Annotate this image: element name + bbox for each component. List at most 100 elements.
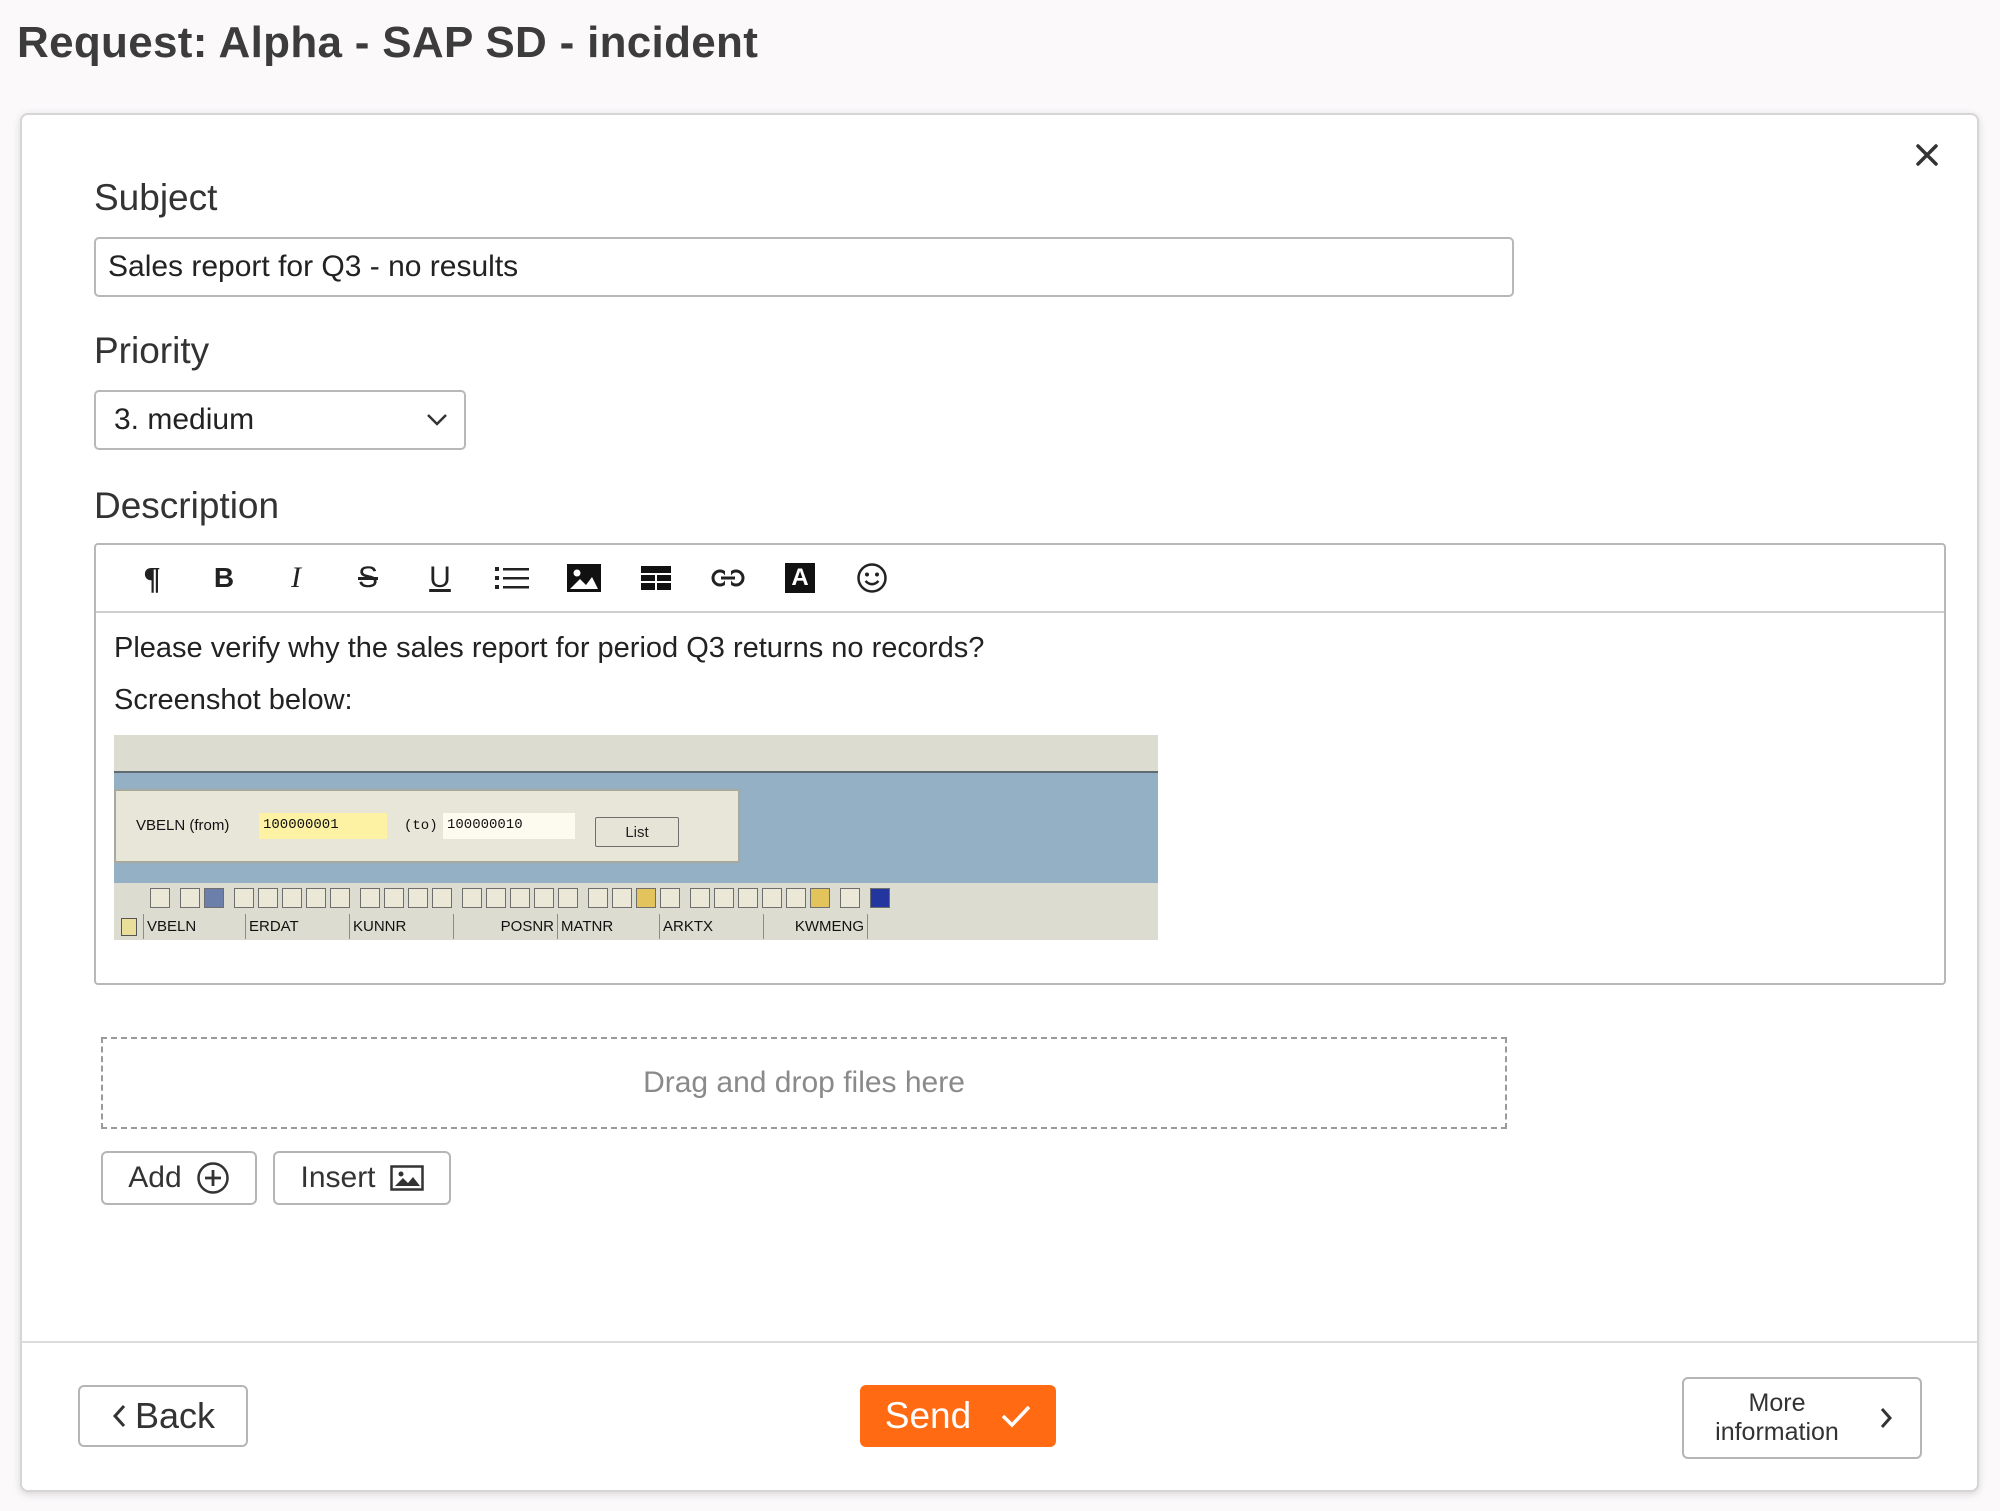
table-button[interactable] bbox=[620, 552, 692, 604]
editor-toolbar: ¶ B I S U A bbox=[96, 545, 1944, 613]
editor-content[interactable]: Please verify why the sales report for p… bbox=[96, 613, 1944, 940]
sap-view-menu-icon bbox=[738, 888, 758, 908]
paragraph-icon: ¶ bbox=[143, 559, 161, 596]
sap-refresh-icon bbox=[204, 888, 224, 908]
send-label: Send bbox=[884, 1395, 972, 1436]
image-icon bbox=[567, 564, 601, 592]
sap-export-icon bbox=[762, 888, 782, 908]
bullet-list-button[interactable] bbox=[476, 552, 548, 604]
chevron-down-icon bbox=[427, 414, 447, 426]
table-icon bbox=[641, 566, 671, 590]
priority-selected-value: 3. medium bbox=[114, 403, 255, 436]
bold-icon: B bbox=[213, 562, 235, 593]
description-line-2: Screenshot below: bbox=[114, 684, 353, 716]
back-button[interactable]: Back bbox=[78, 1385, 248, 1447]
sap-to-label: (to) bbox=[404, 818, 438, 834]
emoji-button[interactable] bbox=[836, 552, 908, 604]
add-label: Add bbox=[128, 1161, 182, 1194]
plus-circle-icon bbox=[196, 1162, 229, 1194]
strikethrough-button[interactable]: S bbox=[332, 552, 404, 604]
bullet-list-icon bbox=[495, 567, 529, 589]
description-line-1: Please verify why the sales report for p… bbox=[114, 632, 985, 664]
sap-details-icon bbox=[150, 888, 170, 908]
sap-from-field: 100000001 bbox=[259, 813, 387, 839]
insert-label: Insert bbox=[300, 1161, 376, 1194]
sap-copy-row-icon bbox=[432, 888, 452, 908]
bold-button[interactable]: B bbox=[188, 552, 260, 604]
italic-icon: I bbox=[291, 561, 301, 594]
sap-view-icon bbox=[714, 888, 734, 908]
sap-col-erdat: ERDAT bbox=[246, 914, 350, 939]
image-icon bbox=[389, 1165, 424, 1191]
sap-from-label: VBELN (from) bbox=[136, 817, 230, 834]
add-attachment-button[interactable]: Add bbox=[101, 1151, 257, 1205]
insert-image-button[interactable]: Insert bbox=[273, 1151, 451, 1205]
sap-export-menu-icon bbox=[786, 888, 806, 908]
sap-sum-icon bbox=[588, 888, 608, 908]
embedded-sap-screenshot: VBELN (from) 100000001 (to) 100000010 Li… bbox=[114, 735, 1158, 940]
sap-copy-icon bbox=[258, 888, 278, 908]
link-icon bbox=[711, 568, 745, 588]
sap-selection-box: VBELN (from) 100000001 (to) 100000010 Li… bbox=[114, 789, 740, 863]
description-label: Description bbox=[94, 485, 280, 526]
sap-subtotal-icon bbox=[636, 888, 656, 908]
priority-select[interactable]: 3. medium bbox=[94, 390, 466, 450]
sap-toolbar bbox=[114, 883, 1158, 913]
sap-col-vbeln: VBELN bbox=[144, 914, 246, 939]
sap-undo-icon bbox=[330, 888, 350, 908]
request-dialog: Subject Priority 3. medium Description ¶… bbox=[20, 113, 1979, 1492]
sap-paste-icon bbox=[282, 888, 302, 908]
page-title: Request: Alpha - SAP SD - incident bbox=[17, 18, 759, 67]
emoji-icon bbox=[857, 563, 887, 593]
description-editor[interactable]: ¶ B I S U A Please verify why the sales … bbox=[94, 543, 1946, 985]
underline-icon: U bbox=[429, 561, 451, 594]
dropzone-text: Drag and drop files here bbox=[643, 1066, 965, 1099]
sap-select-all-icon bbox=[120, 917, 137, 936]
chevron-left-icon bbox=[112, 1404, 126, 1428]
sap-new-row-icon bbox=[360, 888, 380, 908]
sap-insert-row-icon bbox=[384, 888, 404, 908]
underline-button[interactable]: U bbox=[404, 552, 476, 604]
back-label: Back bbox=[134, 1395, 216, 1436]
sap-col-kunnr: KUNNR bbox=[350, 914, 454, 939]
image-button[interactable] bbox=[548, 552, 620, 604]
link-button[interactable] bbox=[692, 552, 764, 604]
more-information-label: More information bbox=[1715, 1389, 1839, 1446]
sap-filter-menu-icon bbox=[558, 888, 578, 908]
chevron-right-icon bbox=[1880, 1408, 1893, 1428]
sap-chart-icon bbox=[840, 888, 860, 908]
close-icon bbox=[1916, 144, 1938, 166]
sap-cut-icon bbox=[234, 888, 254, 908]
text-color-button[interactable]: A bbox=[764, 552, 836, 604]
sap-column-header: VBELN ERDAT KUNNR POSNR MATNR ARKTX KWME… bbox=[114, 913, 1158, 940]
strikethrough-icon: S bbox=[357, 561, 378, 594]
sap-print-icon bbox=[690, 888, 710, 908]
checkmark-icon bbox=[1001, 1405, 1031, 1428]
sap-col-kwmeng: KWMENG bbox=[764, 914, 868, 939]
text-color-icon: A bbox=[785, 563, 815, 593]
sap-paste-menu-icon bbox=[306, 888, 326, 908]
footer-divider bbox=[22, 1341, 1977, 1343]
send-button[interactable]: Send bbox=[860, 1385, 1056, 1447]
sap-find-icon bbox=[510, 888, 530, 908]
italic-button[interactable]: I bbox=[260, 552, 332, 604]
sap-sort-desc-icon bbox=[486, 888, 506, 908]
sap-hierarchy-icon bbox=[180, 888, 200, 908]
paragraph-button[interactable]: ¶ bbox=[116, 552, 188, 604]
subject-label: Subject bbox=[94, 177, 218, 218]
sap-info-icon bbox=[870, 888, 890, 908]
sap-select-all bbox=[114, 914, 144, 939]
sap-col-posnr: POSNR bbox=[454, 914, 558, 939]
sap-list-button: List bbox=[595, 817, 679, 847]
sap-col-arktx: ARKTX bbox=[660, 914, 764, 939]
sap-to-field: 100000010 bbox=[443, 813, 575, 839]
sap-subtotal-menu-icon bbox=[660, 888, 680, 908]
sap-sum-menu-icon bbox=[612, 888, 632, 908]
more-information-button[interactable]: More information bbox=[1682, 1377, 1922, 1459]
sap-sort-asc-icon bbox=[462, 888, 482, 908]
sap-col-matnr: MATNR bbox=[558, 914, 660, 939]
file-dropzone[interactable]: Drag and drop files here bbox=[101, 1037, 1507, 1129]
subject-input[interactable] bbox=[94, 237, 1514, 297]
close-button[interactable] bbox=[1907, 135, 1947, 175]
sap-layout-icon bbox=[810, 888, 830, 908]
